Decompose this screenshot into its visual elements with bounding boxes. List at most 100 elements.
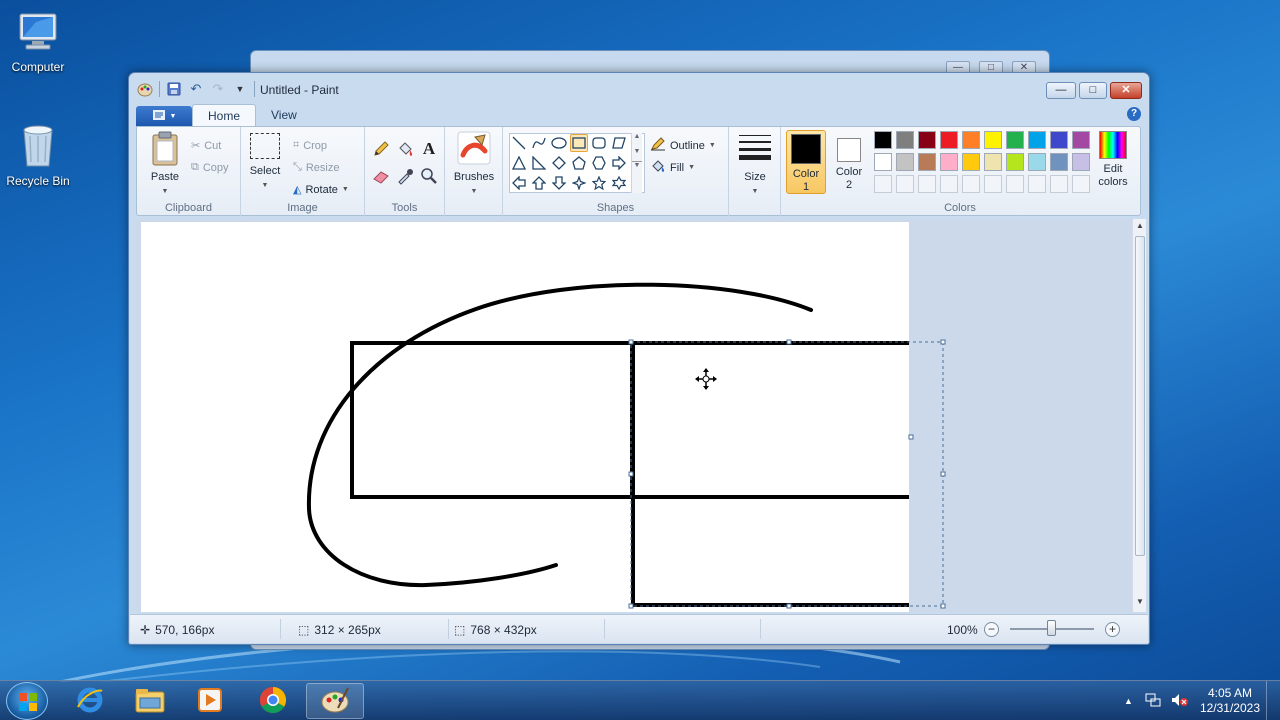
clock[interactable]: 4:05 AM 12/31/2023 — [1200, 686, 1260, 716]
palette-color-swatch[interactable] — [1072, 153, 1090, 171]
volume-muted-icon[interactable] — [1171, 693, 1189, 710]
palette-custom-slot[interactable] — [962, 175, 980, 193]
four-point-star-shape-icon[interactable] — [570, 174, 588, 192]
cut-button[interactable]: ✂ Cut — [191, 139, 221, 153]
fill-button[interactable]: Fill ▼ — [650, 159, 695, 176]
close-button[interactable]: ✕ — [1110, 82, 1142, 99]
minimize-button[interactable]: — — [1046, 82, 1076, 99]
color2-button[interactable]: Color 2 — [829, 130, 869, 194]
file-menu-button[interactable]: ▼ — [136, 106, 192, 126]
palette-custom-slot[interactable] — [1028, 175, 1046, 193]
palette-custom-slot[interactable] — [918, 175, 936, 193]
palette-custom-slot[interactable] — [1050, 175, 1068, 193]
save-icon[interactable] — [166, 81, 182, 97]
zoom-in-button[interactable]: + — [1105, 622, 1120, 637]
network-icon[interactable] — [1145, 693, 1161, 710]
edit-colors-button[interactable]: Edit colors — [1091, 131, 1135, 189]
help-icon[interactable]: ? — [1127, 107, 1141, 121]
scroll-down-icon[interactable]: ▼ — [1133, 597, 1147, 606]
up-arrow-shape-icon[interactable] — [530, 174, 548, 192]
down-arrow-shape-icon[interactable] — [550, 174, 568, 192]
maximize-button[interactable]: □ — [1079, 82, 1107, 99]
canvas-workspace[interactable] — [136, 219, 1132, 612]
show-hidden-icons-icon[interactable]: ▲ — [1124, 696, 1133, 706]
palette-color-swatch[interactable] — [1028, 153, 1046, 171]
resize-button[interactable]: ⤡ Resize — [293, 161, 339, 174]
tab-home[interactable]: Home — [192, 104, 257, 126]
palette-color-swatch[interactable] — [1072, 131, 1090, 149]
triangle-shape-icon[interactable] — [510, 154, 528, 172]
eraser-icon[interactable] — [370, 165, 392, 187]
taskbar-file-explorer[interactable] — [121, 683, 179, 719]
rounded-rectangle-shape-icon[interactable] — [590, 134, 608, 152]
five-point-star-shape-icon[interactable] — [590, 174, 608, 192]
brushes-button[interactable]: Brushes ▼ — [449, 131, 499, 198]
show-desktop-button[interactable] — [1266, 681, 1280, 720]
scrollbar-thumb[interactable] — [1135, 236, 1145, 556]
magnifier-icon[interactable] — [418, 165, 440, 187]
palette-color-swatch[interactable] — [896, 153, 914, 171]
desktop-icon-computer[interactable]: Computer — [0, 10, 76, 74]
palette-custom-slot[interactable] — [874, 175, 892, 193]
taskbar-internet-explorer[interactable] — [61, 683, 119, 719]
color-picker-icon[interactable] — [394, 165, 416, 187]
size-button[interactable]: Size ▼ — [733, 133, 777, 198]
taskbar-chrome[interactable] — [244, 683, 302, 719]
text-tool-icon[interactable]: A — [418, 138, 440, 160]
line-shape-icon[interactable] — [510, 134, 528, 152]
rectangle-shape-icon[interactable] — [570, 134, 588, 152]
taskbar-paint[interactable] — [306, 683, 364, 719]
paint-window[interactable]: ↶ ↷ ▼ Untitled - Paint — □ ✕ ▼ Home View… — [128, 72, 1150, 645]
palette-color-swatch[interactable] — [984, 131, 1002, 149]
pencil-icon[interactable] — [370, 138, 392, 160]
scroll-up-icon[interactable]: ▲ — [1133, 221, 1147, 230]
palette-color-swatch[interactable] — [984, 153, 1002, 171]
palette-color-swatch[interactable] — [874, 153, 892, 171]
palette-custom-slot[interactable] — [940, 175, 958, 193]
palette-color-swatch[interactable] — [940, 153, 958, 171]
palette-color-swatch[interactable] — [940, 131, 958, 149]
color1-button[interactable]: Color 1 — [786, 130, 826, 194]
palette-color-swatch[interactable] — [962, 131, 980, 149]
select-button[interactable]: Select ▼ — [245, 133, 285, 192]
paint-app-icon[interactable] — [137, 81, 153, 97]
six-point-star-shape-icon[interactable] — [610, 174, 628, 192]
crop-button[interactable]: ⌗ Crop — [293, 139, 327, 152]
pentagon-shape-icon[interactable] — [570, 154, 588, 172]
palette-color-swatch[interactable] — [1006, 153, 1024, 171]
taskbar-media-player[interactable] — [181, 683, 239, 719]
customize-toolbar-icon[interactable]: ▼ — [232, 81, 248, 97]
palette-color-swatch[interactable] — [962, 153, 980, 171]
palette-color-swatch[interactable] — [874, 131, 892, 149]
rotate-button[interactable]: ◭ Rotate ▼ — [293, 183, 349, 197]
palette-color-swatch[interactable] — [1028, 131, 1046, 149]
tab-view[interactable]: View — [256, 104, 312, 126]
right-arrow-shape-icon[interactable] — [610, 154, 628, 172]
palette-custom-slot[interactable] — [1072, 175, 1090, 193]
diamond-shape-icon[interactable] — [550, 154, 568, 172]
palette-custom-slot[interactable] — [984, 175, 1002, 193]
curve-shape-icon[interactable] — [530, 134, 548, 152]
zoom-slider-thumb[interactable] — [1047, 620, 1056, 636]
vertical-scrollbar[interactable]: ▲ ▼ — [1132, 219, 1146, 612]
palette-color-swatch[interactable] — [918, 131, 936, 149]
title-bar[interactable]: ↶ ↷ ▼ Untitled - Paint — □ ✕ — [129, 73, 1149, 103]
palette-color-swatch[interactable] — [1006, 131, 1024, 149]
copy-button[interactable]: ⧉ Copy — [191, 161, 229, 174]
palette-color-swatch[interactable] — [1050, 153, 1068, 171]
oval-shape-icon[interactable] — [550, 134, 568, 152]
canvas-drawing[interactable] — [136, 219, 1132, 612]
paste-button[interactable]: Paste ▼ — [141, 131, 189, 198]
desktop-icon-recycle-bin[interactable]: Recycle Bin — [0, 122, 76, 188]
right-triangle-shape-icon[interactable] — [530, 154, 548, 172]
shapes-scrollbar[interactable]: ▲ ▼ ▼ — [631, 133, 642, 193]
outline-button[interactable]: Outline ▼ — [650, 137, 716, 154]
redo-icon[interactable]: ↷ — [210, 81, 226, 97]
palette-color-swatch[interactable] — [896, 131, 914, 149]
palette-custom-slot[interactable] — [1006, 175, 1024, 193]
zoom-out-button[interactable]: − — [984, 622, 999, 637]
hexagon-shape-icon[interactable] — [590, 154, 608, 172]
polygon-shape-icon[interactable] — [610, 134, 628, 152]
start-button[interactable] — [6, 682, 48, 720]
palette-color-swatch[interactable] — [1050, 131, 1068, 149]
